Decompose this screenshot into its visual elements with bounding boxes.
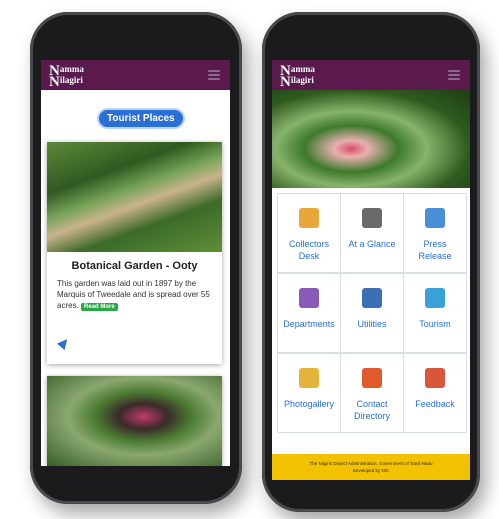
- card-title: Botanical Garden - Ooty: [71, 260, 198, 272]
- app-footer: The Nilgiris District Administration, Go…: [272, 454, 470, 480]
- binoculars-icon: [362, 208, 382, 228]
- tile-utilities[interactable]: Utilities: [341, 274, 403, 352]
- garden-banner-photo: [272, 90, 470, 188]
- app-header: Namma Nilagiri: [272, 60, 470, 90]
- desk-icon: [299, 208, 319, 228]
- tourism-icon: [425, 288, 445, 308]
- tile-contact-directory[interactable]: Contact Directory: [341, 354, 403, 432]
- contact-book-icon: [362, 368, 382, 388]
- tile-tourism[interactable]: Tourism: [404, 274, 466, 352]
- left-phone-screen: Namma Nilagiri Tourist Places Botanical …: [41, 60, 230, 466]
- utilities-icon: [362, 288, 382, 308]
- footer-line-1: The Nilgiris District Administration, Go…: [309, 461, 433, 466]
- tourist-places-label: Tourist Places: [99, 110, 183, 127]
- tourist-place-card-2[interactable]: [47, 376, 222, 466]
- tile-collectors-desk[interactable]: Collectors Desk: [278, 194, 340, 272]
- tile-feedback[interactable]: Feedback: [404, 354, 466, 432]
- namma-nilagiri-logo[interactable]: Namma Nilagiri: [280, 64, 315, 90]
- tile-departments[interactable]: Departments: [278, 274, 340, 352]
- right-phone-screen: Namma Nilagiri Collectors Desk At a Glan…: [272, 60, 470, 480]
- aerial-garden-photo: [47, 376, 222, 466]
- menu-grid: Collectors Desk At a Glance Press Releas…: [278, 194, 468, 444]
- footer-line-2: Developed by NIC: [352, 468, 390, 473]
- feedback-icon: [425, 368, 445, 388]
- namma-nilagiri-logo[interactable]: Namma Nilagiri: [49, 64, 84, 90]
- app-header: Namma Nilagiri: [41, 60, 230, 90]
- read-more-button[interactable]: Read More: [81, 303, 118, 311]
- left-phone: Namma Nilagiri Tourist Places Botanical …: [30, 12, 242, 504]
- hamburger-menu-icon[interactable]: [448, 70, 460, 80]
- hamburger-menu-icon[interactable]: [208, 70, 220, 80]
- navigation-arrow-icon[interactable]: [56, 335, 72, 351]
- newspaper-icon: [425, 208, 445, 228]
- botanical-garden-photo: [47, 142, 222, 252]
- tile-press-release[interactable]: Press Release: [404, 194, 466, 272]
- tile-photogallery[interactable]: Photogallery: [278, 354, 340, 432]
- building-icon: [299, 288, 319, 308]
- tourist-place-card[interactable]: Botanical Garden - Ooty This garden was …: [47, 142, 222, 364]
- card-description: This garden was laid out in 1897 by the …: [57, 279, 210, 311]
- photogallery-icon: [299, 368, 319, 388]
- right-phone: Namma Nilagiri Collectors Desk At a Glan…: [262, 12, 480, 512]
- tile-at-a-glance[interactable]: At a Glance: [341, 194, 403, 272]
